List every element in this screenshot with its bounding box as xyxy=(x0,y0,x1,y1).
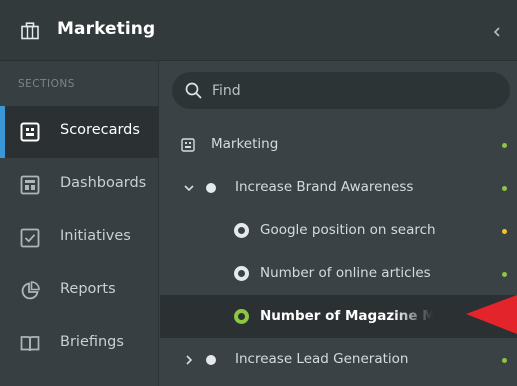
sidebar-item-scorecards[interactable]: Scorecards xyxy=(0,106,159,158)
scorecard-icon xyxy=(181,138,195,152)
sidebar-item-reports[interactable]: Reports xyxy=(0,265,159,317)
text-fade-overlay xyxy=(393,295,433,338)
status-indicator xyxy=(502,229,507,234)
status-indicator xyxy=(502,143,507,148)
sidebar-item-label: Initiatives xyxy=(60,228,131,244)
tree-row-label: Marketing xyxy=(211,136,279,152)
chevron-right-icon[interactable] xyxy=(183,354,195,366)
chevron-left-icon[interactable] xyxy=(490,24,504,40)
checkbox-icon xyxy=(20,228,40,248)
status-indicator xyxy=(502,272,507,277)
sidebar-item-label: Reports xyxy=(60,281,116,297)
objective-bullet xyxy=(206,355,216,365)
search-icon xyxy=(185,82,202,99)
tree-row-objective[interactable]: Increase Lead Generation xyxy=(160,338,517,381)
app-window: Marketing SECTIONS Scorecards Dashboards xyxy=(0,0,517,386)
briefcase-icon xyxy=(21,22,39,40)
sidebar-item-label: Dashboards xyxy=(60,175,147,191)
sidebar-item-label: Briefings xyxy=(60,334,124,350)
scorecard-icon xyxy=(20,122,40,142)
tree-row-label: Increase Brand Awareness xyxy=(235,179,414,195)
tree-row-label: Increase Lead Generation xyxy=(235,351,409,367)
tree-row-kpi[interactable]: Google position on search xyxy=(160,209,517,252)
sidebar-item-initiatives[interactable]: Initiatives xyxy=(0,212,159,264)
tree-row-kpi[interactable]: Number of online articles xyxy=(160,252,517,295)
search-input[interactable] xyxy=(212,80,492,102)
sections-label: SECTIONS xyxy=(18,78,75,90)
page-title: Marketing xyxy=(57,19,156,39)
tree-row-objective[interactable]: Increase Brand Awareness xyxy=(160,166,517,209)
main-panel: Marketing Increase Brand Awareness Googl… xyxy=(160,61,517,386)
tree-row-scorecard[interactable]: Marketing xyxy=(160,123,517,166)
sidebar-item-label: Scorecards xyxy=(60,122,140,138)
dashboard-icon xyxy=(20,175,40,195)
search-bar[interactable] xyxy=(172,72,510,109)
tree-row-label: Google position on search xyxy=(260,222,436,238)
tree-row-label: Number of online articles xyxy=(260,265,431,281)
status-indicator xyxy=(502,358,507,363)
objective-bullet xyxy=(206,183,216,193)
chevron-down-icon[interactable] xyxy=(183,182,195,194)
tree-row-kpi-selected[interactable]: Number of Magazine Mentions xyxy=(160,295,517,338)
status-indicator xyxy=(502,186,507,191)
annotation-arrow-icon xyxy=(466,295,517,334)
book-icon xyxy=(20,336,40,352)
sidebar: SECTIONS Scorecards Dashboards Initiativ… xyxy=(0,61,159,386)
kpi-icon xyxy=(234,266,249,281)
kpi-icon xyxy=(234,309,249,324)
sidebar-item-briefings[interactable]: Briefings xyxy=(0,318,159,370)
header-bar: Marketing xyxy=(0,0,517,61)
pie-chart-icon xyxy=(21,281,40,300)
sidebar-item-dashboards[interactable]: Dashboards xyxy=(0,159,159,211)
kpi-icon xyxy=(234,223,249,238)
